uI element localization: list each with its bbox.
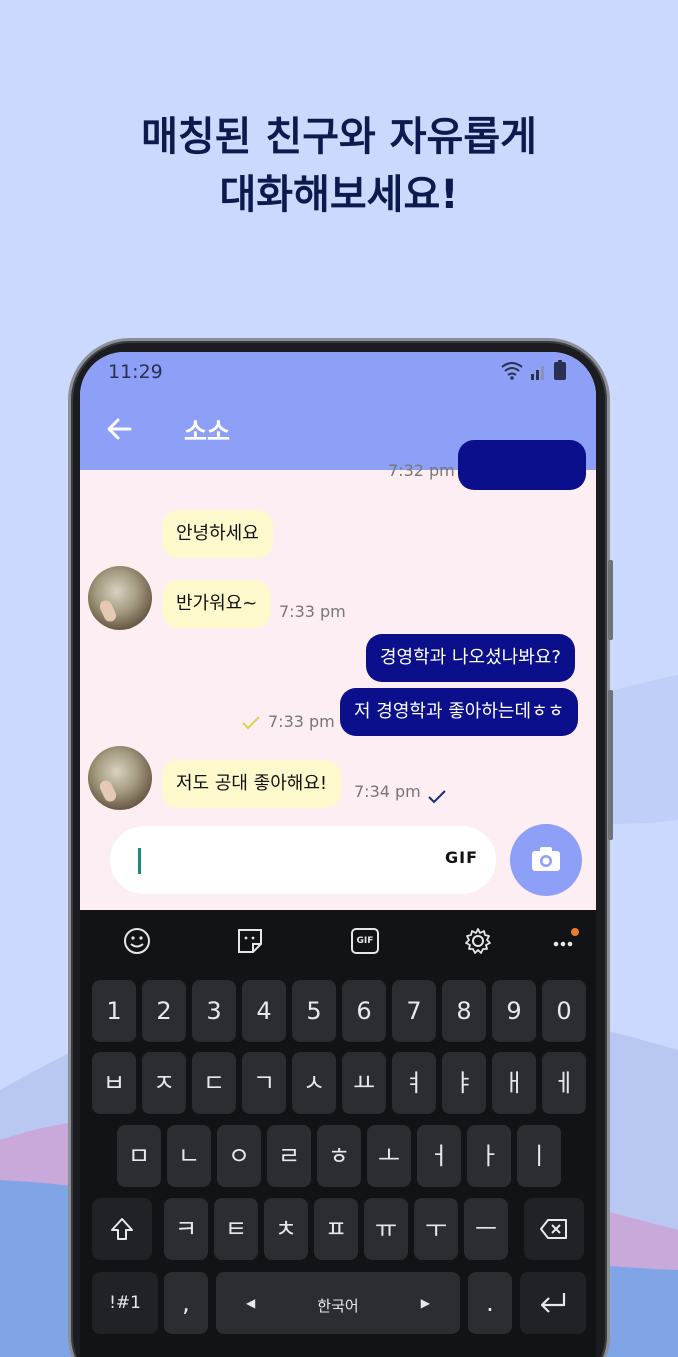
right-arrow-icon: ▶ bbox=[420, 1296, 430, 1310]
camera-icon bbox=[532, 847, 560, 871]
key-hangul[interactable]: ㅊ bbox=[264, 1198, 308, 1260]
key-hangul[interactable]: ㄴ bbox=[167, 1125, 211, 1187]
key-hangul[interactable]: ㄱ bbox=[242, 1052, 286, 1114]
key-hangul[interactable]: ㅇ bbox=[217, 1125, 261, 1187]
key-hangul[interactable]: ㄹ bbox=[267, 1125, 311, 1187]
phone-side-button bbox=[608, 690, 613, 840]
backspace-icon bbox=[540, 1219, 567, 1239]
chat-title: 소소 bbox=[184, 417, 231, 446]
message-time: 7:32 pm bbox=[388, 461, 455, 480]
message-bubble-incoming: 안녕하세요 bbox=[162, 510, 273, 558]
key-hangul[interactable]: ㅗ bbox=[367, 1125, 411, 1187]
gif-icon[interactable]: GIF bbox=[351, 928, 379, 954]
shift-icon bbox=[111, 1218, 133, 1240]
avatar[interactable] bbox=[88, 566, 152, 630]
gif-tool-label: GIF bbox=[356, 936, 374, 946]
promo-headline: 매칭된 친구와 자유롭게 대화해보세요! bbox=[0, 108, 678, 224]
key-1[interactable]: 1 bbox=[92, 980, 136, 1042]
key-hangul[interactable]: ㅓ bbox=[417, 1125, 461, 1187]
text-caret bbox=[138, 848, 141, 874]
read-check-icon bbox=[428, 790, 446, 804]
key-9[interactable]: 9 bbox=[492, 980, 536, 1042]
more-dots-icon[interactable] bbox=[550, 926, 584, 956]
key-hangul[interactable]: ㅜ bbox=[414, 1198, 458, 1260]
key-0[interactable]: 0 bbox=[542, 980, 586, 1042]
battery-icon bbox=[554, 360, 566, 380]
headline-line-1: 매칭된 친구와 자유롭게 bbox=[141, 114, 537, 160]
sticker-icon[interactable] bbox=[235, 926, 265, 956]
message-composer: GIF bbox=[80, 822, 596, 910]
key-hangul[interactable]: ㅏ bbox=[467, 1125, 511, 1187]
enter-key[interactable] bbox=[520, 1272, 586, 1334]
signal-icon bbox=[531, 366, 544, 380]
key-hangul[interactable]: ㅔ bbox=[542, 1052, 586, 1114]
key-hangul[interactable]: ㅛ bbox=[342, 1052, 386, 1114]
key-2[interactable]: 2 bbox=[142, 980, 186, 1042]
key-hangul[interactable]: ㅅ bbox=[292, 1052, 336, 1114]
avatar[interactable] bbox=[88, 746, 152, 810]
comma-key[interactable]: , bbox=[164, 1272, 208, 1334]
key-6[interactable]: 6 bbox=[342, 980, 386, 1042]
key-hangul[interactable]: ㅈ bbox=[142, 1052, 186, 1114]
emoji-icon[interactable] bbox=[122, 926, 152, 956]
period-key[interactable]: . bbox=[468, 1272, 512, 1334]
message-bubble-outgoing: 경영학과 나오셨나봐요? bbox=[366, 634, 575, 682]
key-hangul[interactable]: ㅕ bbox=[392, 1052, 436, 1114]
key-hangul[interactable]: ㅣ bbox=[517, 1125, 561, 1187]
key-hangul[interactable]: ㅎ bbox=[317, 1125, 361, 1187]
key-4[interactable]: 4 bbox=[242, 980, 286, 1042]
message-bubble-incoming: 저도 공대 좋아해요! bbox=[162, 760, 342, 808]
space-key[interactable]: ◀ 한국어 ▶ bbox=[216, 1272, 460, 1334]
left-arrow-icon: ◀ bbox=[246, 1296, 256, 1310]
message-bubble-incoming: 반가워요~ bbox=[162, 580, 272, 628]
key-hangul[interactable]: ㅍ bbox=[314, 1198, 358, 1260]
status-time: 11:29 bbox=[108, 361, 163, 383]
message-time: 7:34 pm bbox=[354, 782, 421, 801]
message-input[interactable]: GIF bbox=[110, 826, 496, 894]
status-icons bbox=[500, 360, 566, 380]
wifi-icon bbox=[501, 362, 523, 380]
key-8[interactable]: 8 bbox=[442, 980, 486, 1042]
key-3[interactable]: 3 bbox=[192, 980, 236, 1042]
key-hangul[interactable]: ㅡ bbox=[464, 1198, 508, 1260]
space-label: 한국어 bbox=[317, 1297, 359, 1315]
camera-button[interactable] bbox=[510, 824, 582, 896]
key-hangul[interactable]: ㅂ bbox=[92, 1052, 136, 1114]
message-bubble-partial bbox=[458, 440, 586, 490]
message-time: 7:33 pm bbox=[268, 712, 335, 731]
backspace-key[interactable] bbox=[524, 1198, 584, 1260]
phone-screen: 11:29 소소 7:32 pm 안녕하세요 반가워요~ 7:33 pm 경영학… bbox=[80, 352, 596, 1357]
arrow-left-icon[interactable] bbox=[104, 414, 134, 444]
settings-gear-icon[interactable] bbox=[463, 926, 493, 956]
chat-messages[interactable]: 7:32 pm 안녕하세요 반가워요~ 7:33 pm 경영학과 나오셨나봐요?… bbox=[80, 440, 596, 822]
key-7[interactable]: 7 bbox=[392, 980, 436, 1042]
message-bubble-outgoing: 저 경영학과 좋아하는데ㅎㅎ bbox=[340, 688, 579, 736]
keyboard-toolbar: GIF bbox=[80, 910, 596, 972]
headline-line-2: 대화해보세요! bbox=[219, 172, 459, 218]
key-hangul[interactable]: ㅁ bbox=[117, 1125, 161, 1187]
shift-key[interactable] bbox=[92, 1198, 152, 1260]
message-time: 7:33 pm bbox=[279, 602, 346, 621]
status-bar: 11:29 bbox=[80, 352, 596, 392]
keyboard: GIF 1 2 3 4 5 6 7 8 9 0 ㅂ ㅈ ㄷ ㄱ ㅅ ㅛ ㅕ ㅑ bbox=[80, 910, 596, 1357]
key-hangul[interactable]: ㅋ bbox=[164, 1198, 208, 1260]
key-5[interactable]: 5 bbox=[292, 980, 336, 1042]
key-hangul[interactable]: ㅑ bbox=[442, 1052, 486, 1114]
key-hangul[interactable]: ㅐ bbox=[492, 1052, 536, 1114]
gif-button[interactable]: GIF bbox=[445, 848, 478, 867]
read-check-icon bbox=[242, 716, 260, 730]
enter-icon bbox=[540, 1293, 566, 1313]
symbols-key[interactable]: !#1 bbox=[92, 1272, 158, 1334]
key-hangul[interactable]: ㅌ bbox=[214, 1198, 258, 1260]
key-hangul[interactable]: ㄷ bbox=[192, 1052, 236, 1114]
key-hangul[interactable]: ㅠ bbox=[364, 1198, 408, 1260]
phone-side-button bbox=[608, 560, 613, 640]
